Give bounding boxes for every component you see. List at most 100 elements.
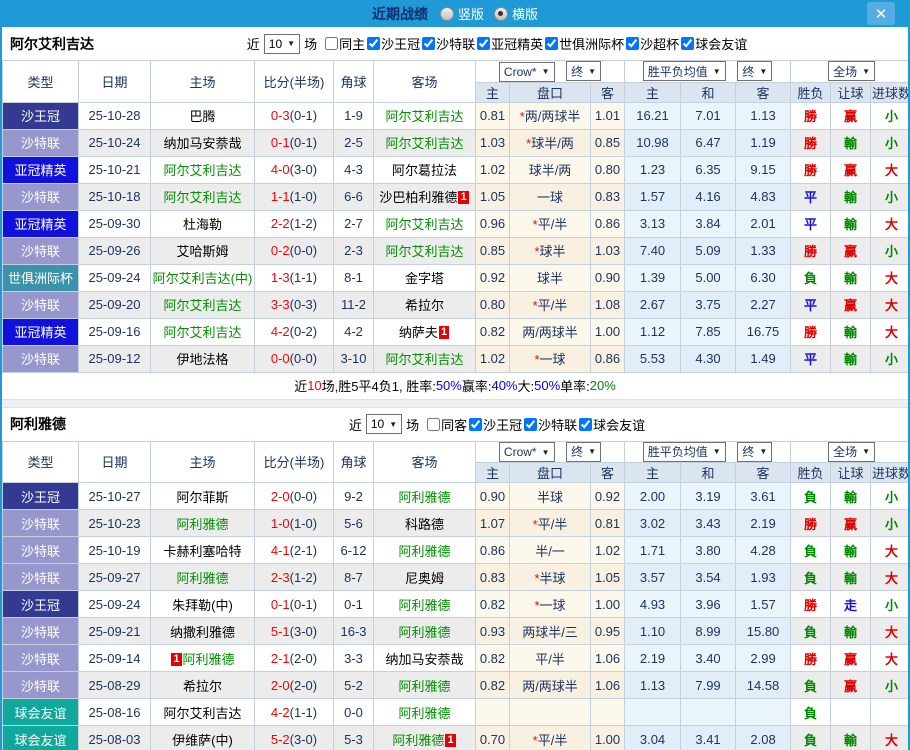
league-type-badge: 球会友谊: [2, 698, 79, 726]
league-checkbox[interactable]: [579, 417, 593, 431]
avg-draw-odds: 3.80: [680, 536, 737, 564]
team-name-text: 纳萨夫: [398, 325, 438, 340]
league-checkbox[interactable]: [545, 37, 559, 50]
col-score: 比分(半场): [254, 60, 334, 103]
league-checkbox[interactable]: [469, 417, 483, 431]
league-checkbox[interactable]: [681, 37, 695, 50]
matches-label: 场: [406, 417, 420, 433]
match-count-select[interactable]: 10 ▼: [365, 414, 403, 434]
result-goals: 大: [870, 290, 908, 319]
team-name-text: 阿利雅德: [398, 543, 451, 559]
close-button[interactable]: ✕: [867, 2, 895, 25]
league-filter[interactable]: 世俱洲际杯: [543, 34, 624, 53]
league-type-badge: 亚冠精英: [2, 317, 79, 346]
dialog-title: 近期战绩: [371, 5, 428, 22]
league-filter[interactable]: 沙王冠: [467, 415, 522, 434]
match-count-select[interactable]: 10 ▼: [263, 33, 301, 54]
handicap-odds-away: 0.85: [589, 128, 626, 157]
avg-home-odds: [624, 698, 682, 726]
league-filter[interactable]: 沙特联: [420, 34, 475, 53]
corner-count: 2-3: [333, 236, 374, 265]
handicap-line: 半球: [509, 482, 591, 510]
result-goals: 大: [870, 209, 908, 238]
fulltime-score: 4-0: [270, 162, 290, 177]
same-venue-filter[interactable]: 同客: [425, 415, 467, 434]
avg-home-odds: 3.57: [624, 563, 682, 591]
final-odds-select[interactable]: 终 ▼: [566, 61, 602, 81]
bookmaker-select[interactable]: Crow* ▼: [498, 442, 555, 462]
league-filter[interactable]: 球会友谊: [577, 415, 645, 434]
same-venue-checkbox[interactable]: [325, 37, 339, 50]
league-checkbox[interactable]: [422, 37, 436, 50]
league-checkbox[interactable]: [367, 37, 381, 50]
league-filter[interactable]: 沙王冠: [365, 34, 420, 53]
halftime-score: (3-0): [289, 731, 318, 747]
avg-odds-select[interactable]: 胜平负均值 ▼: [642, 61, 726, 82]
league-checkbox[interactable]: [626, 37, 640, 50]
league-filters: 沙王冠 沙特联 亚冠精英 世俱洲际杯 沙超杯 球会友谊: [365, 34, 747, 53]
avg-home-odds: 10.98: [624, 128, 682, 157]
handicap-odds-away: 1.00: [589, 317, 626, 346]
score: 0-1(0-1): [254, 128, 334, 157]
league-filter-label: 沙王冠: [483, 417, 523, 433]
result-handicap: 輸: [830, 182, 872, 211]
col-score: 比分(半场): [254, 440, 334, 483]
same-venue-filter[interactable]: 同主: [323, 34, 365, 53]
final-odds-select-2[interactable]: 终 ▼: [737, 441, 773, 462]
final-odds-select-2[interactable]: 终 ▼: [737, 61, 773, 82]
team-section-2: 阿利雅德 近 10 ▼ 场 同客 沙王冠 沙特联 球会友谊 类型 日期 主场 比…: [2, 407, 908, 750]
handicap-odds-home: 1.03: [475, 128, 510, 157]
col-result-wdl: 胜负: [790, 81, 832, 103]
scope-select[interactable]: 全场 ▼: [828, 441, 876, 462]
scope-select[interactable]: 全场 ▼: [828, 61, 876, 82]
same-venue-checkbox[interactable]: [427, 417, 441, 431]
match-row: 沙王冠 25-10-27 阿尔菲斯 2-0(0-0) 9-2 阿利雅德 0.90 半球 0.92…: [2, 482, 908, 510]
avg-draw-odds: 3.43: [680, 509, 737, 537]
col-avg-home: 主: [624, 462, 682, 483]
col-date: 日期: [78, 440, 151, 483]
away-team: 金字塔: [373, 263, 476, 292]
team-section-1: 阿尔艾利吉达 近 10 ▼ 场 同主 沙王冠 沙特联 亚冠精英 世俱洲际杯 沙超杯 球会友谊…: [2, 27, 908, 399]
fulltime-score: 2-2: [270, 216, 290, 231]
final-odds-select[interactable]: 终 ▼: [566, 441, 602, 462]
summary-segment: 场,胜5平4负1, 胜率:: [321, 379, 436, 394]
avg-home-odds: 1.10: [624, 617, 682, 645]
match-date: 25-10-19: [78, 536, 151, 564]
match-row: 亚冠精英 25-09-30 杜海勒 2-2(1-2) 2-7 阿尔艾利吉达 0.96 *平/半…: [2, 209, 908, 238]
corner-count: 16-3: [333, 617, 374, 645]
result-goals: 大: [870, 155, 908, 184]
result-wdl: 平: [790, 290, 832, 319]
home-team: 阿尔菲斯: [150, 482, 255, 510]
handicap-line: *平/半: [509, 290, 591, 319]
avg-odds-select[interactable]: 胜平负均值 ▼: [642, 441, 726, 462]
team-name-text: 阿尔艾利吉达: [163, 190, 242, 205]
league-filter[interactable]: 沙超杯: [624, 34, 679, 53]
handicap-line: *一球: [509, 590, 591, 618]
team-name: 阿利雅德: [10, 416, 66, 432]
red-card-badge: 1: [445, 733, 456, 747]
chevron-down-icon: ▼: [541, 447, 550, 457]
bookmaker-select[interactable]: Crow* ▼: [498, 61, 555, 82]
league-filter[interactable]: 球会友谊: [679, 34, 747, 53]
handicap-odds-away: 0.86: [589, 209, 626, 238]
score: 4-2(1-1): [254, 698, 334, 726]
away-team: 阿利雅德: [373, 482, 476, 510]
team-name-text: 阿尔艾利吉达: [163, 705, 242, 721]
league-filter[interactable]: 亚冠精英: [475, 34, 543, 53]
league-checkbox[interactable]: [524, 417, 538, 431]
col-odds-line: 盘口: [509, 81, 591, 103]
layout-radio-0[interactable]: [439, 6, 454, 21]
fulltime-score: 4-2: [270, 704, 290, 720]
away-team: 阿尔艾利吉达: [373, 344, 476, 373]
layout-radio-1[interactable]: [494, 6, 508, 21]
league-type-badge: 沙特联: [2, 671, 79, 699]
avg-away-odds: 1.49: [735, 344, 792, 373]
match-row: 沙王冠 25-09-24 朱拜勒(中) 0-1(0-1) 0-1 阿利雅德 0.82 *一球 1…: [2, 590, 908, 618]
fulltime-score: 0-0: [270, 351, 290, 366]
league-filter[interactable]: 沙特联: [522, 415, 577, 434]
halftime-score: (1-1): [289, 270, 318, 285]
league-checkbox[interactable]: [477, 37, 491, 50]
col-corner: 角球: [333, 440, 374, 483]
col-result-wdl: 胜负: [790, 462, 832, 483]
result-wdl: 負: [790, 617, 832, 645]
